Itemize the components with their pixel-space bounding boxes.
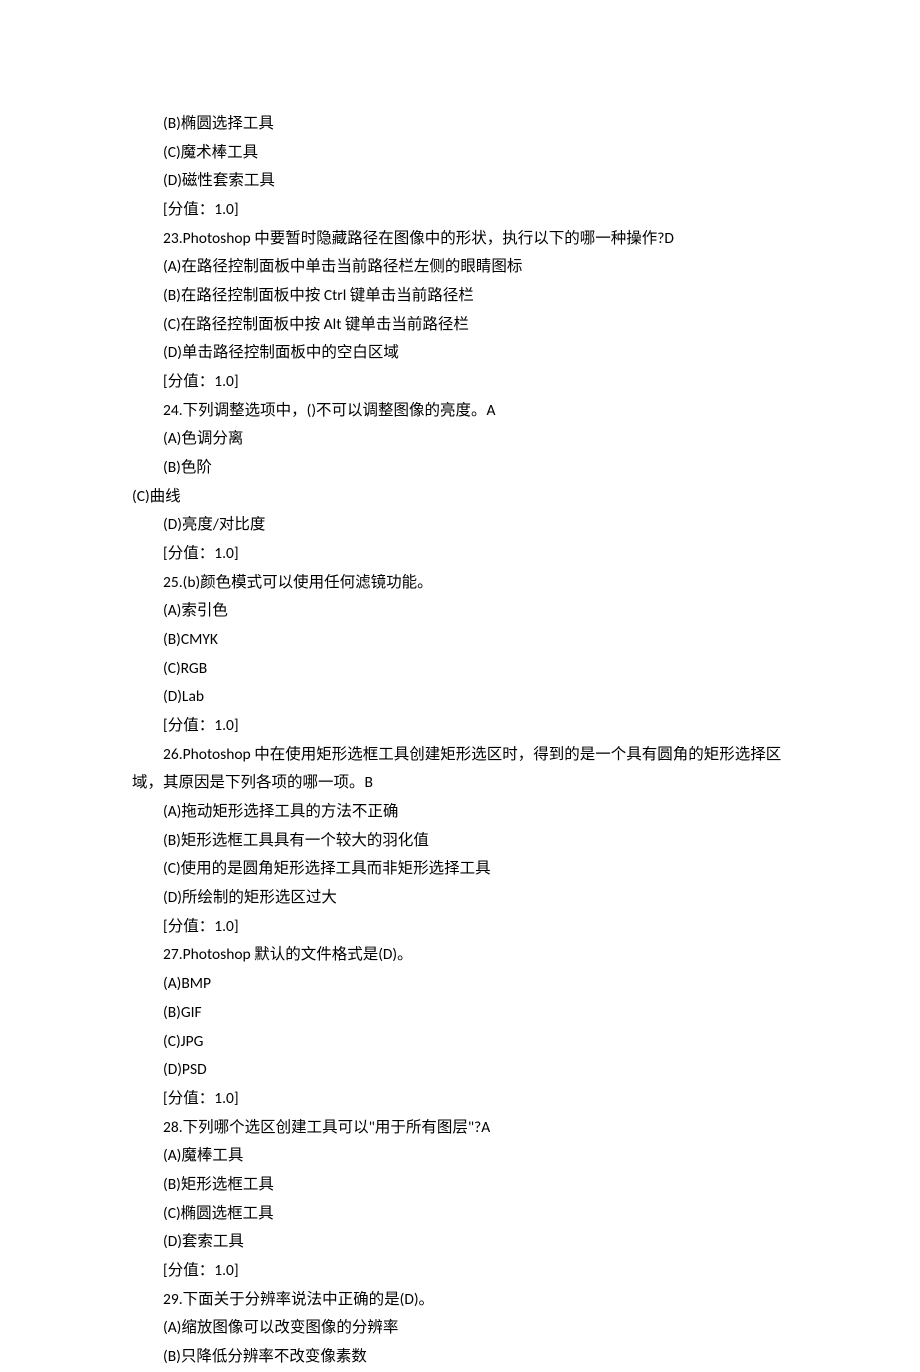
text-line: (D)单击路径控制面板中的空白区域 <box>132 339 810 368</box>
text-line: [分值：1.0] <box>132 1257 810 1286</box>
text-line: (C)使用的是圆角矩形选择工具而非矩形选择工具 <box>132 855 810 884</box>
text-line: (D)Lab <box>132 683 810 712</box>
text-line: 26.Photoshop 中在使用矩形选框工具创建矩形选区时，得到的是一个具有圆… <box>132 741 810 798</box>
text-line: (B)在路径控制面板中按 Ctrl 键单击当前路径栏 <box>132 282 810 311</box>
text-line: 25.(b)颜色模式可以使用任何滤镜功能。 <box>132 569 810 598</box>
text-line: (B)矩形选框工具 <box>132 1171 810 1200</box>
text-line: [分值：1.0] <box>132 913 810 942</box>
text-line: (A)魔棒工具 <box>132 1142 810 1171</box>
text-line: (C)魔术棒工具 <box>132 139 810 168</box>
text-line: (C)RGB <box>132 655 810 684</box>
text-line: 23.Photoshop 中要暂时隐藏路径在图像中的形状，执行以下的哪一种操作?… <box>132 225 810 254</box>
text-line: (C)曲线 <box>132 483 810 512</box>
text-line: (C)JPG <box>132 1028 810 1057</box>
text-line: [分值：1.0] <box>132 196 810 225</box>
text-line: 28.下列哪个选区创建工具可以"用于所有图层"?A <box>132 1114 810 1143</box>
text-line: 27.Photoshop 默认的文件格式是(D)。 <box>132 941 810 970</box>
text-line: (C)椭圆选框工具 <box>132 1200 810 1229</box>
text-line: (B)CMYK <box>132 626 810 655</box>
text-line: (B)色阶 <box>132 454 810 483</box>
text-line: (A)在路径控制面板中单击当前路径栏左侧的眼睛图标 <box>132 253 810 282</box>
text-line: [分值：1.0] <box>132 712 810 741</box>
text-line: (B)只降低分辨率不改变像素数 <box>132 1343 810 1372</box>
text-line: (A)缩放图像可以改变图像的分辨率 <box>132 1314 810 1343</box>
text-line: (A)BMP <box>132 970 810 999</box>
text-line: (A)索引色 <box>132 597 810 626</box>
text-line: [分值：1.0] <box>132 1085 810 1114</box>
text-line: (D)套索工具 <box>132 1228 810 1257</box>
text-line: (D)亮度/对比度 <box>132 511 810 540</box>
text-line: (B)矩形选框工具具有一个较大的羽化值 <box>132 827 810 856</box>
text-line: (D)PSD <box>132 1056 810 1085</box>
text-line: 29.下面关于分辨率说法中正确的是(D)。 <box>132 1286 810 1315</box>
text-line: (D)磁性套索工具 <box>132 167 810 196</box>
text-line: 24.下列调整选项中，()不可以调整图像的亮度。A <box>132 397 810 426</box>
document-body: (B)椭圆选择工具(C)魔术棒工具(D)磁性套索工具[分值：1.0]23.Pho… <box>0 110 920 1372</box>
text-line: (A)拖动矩形选择工具的方法不正确 <box>132 798 810 827</box>
text-line: (A)色调分离 <box>132 425 810 454</box>
text-line: [分值：1.0] <box>132 368 810 397</box>
text-line: (B)GIF <box>132 999 810 1028</box>
text-line: (B)椭圆选择工具 <box>132 110 810 139</box>
text-line: (C)在路径控制面板中按 Alt 键单击当前路径栏 <box>132 311 810 340</box>
text-line: (D)所绘制的矩形选区过大 <box>132 884 810 913</box>
text-line: [分值：1.0] <box>132 540 810 569</box>
